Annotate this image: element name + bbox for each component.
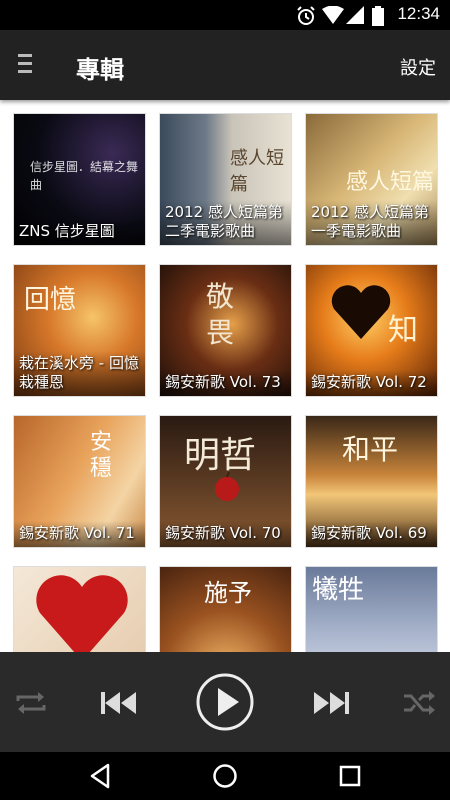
album-caption: 錫安新歌 Vol. 72 [306, 370, 437, 396]
album-tile[interactable]: 和平 錫安新歌 Vol. 69 [305, 415, 438, 548]
recents-icon[interactable] [338, 762, 362, 790]
cellular-icon [346, 6, 364, 24]
cover-art-text: 安穩 [90, 430, 113, 481]
album-caption: ZNS 信步星圖 [14, 219, 145, 245]
wifi-icon [322, 6, 344, 24]
album-tile[interactable]: 施予 [159, 566, 292, 652]
heart-icon [331, 285, 391, 339]
play-icon[interactable] [195, 672, 255, 732]
status-time: 12:34 [397, 4, 440, 23]
cover-art-text: 回憶 [24, 285, 77, 315]
album-caption: 2012 感人短篇第一季電影歌曲 [306, 200, 437, 245]
home-icon[interactable] [211, 762, 239, 790]
album-grid[interactable]: 信步星圖．結幕之舞曲 ZNS 信步星圖 感人短篇 2012 感人短篇第二季電影歌… [0, 100, 450, 652]
album-tile[interactable]: 信步星圖．結幕之舞曲 ZNS 信步星圖 [13, 113, 146, 246]
album-tile[interactable]: 安穩 錫安新歌 Vol. 71 [13, 415, 146, 548]
album-tile[interactable]: 敬畏 錫安新歌 Vol. 73 [159, 264, 292, 397]
cover-art-text: 信步星圖．結幕之舞曲 [30, 160, 139, 192]
album-tile[interactable]: 感人短篇 2012 感人短篇第一季電影歌曲 [305, 113, 438, 246]
album-caption: 錫安新歌 Vol. 70 [160, 521, 291, 547]
previous-icon[interactable] [100, 690, 138, 716]
system-nav-bar [0, 752, 450, 800]
status-bar: 12:34 [0, 0, 450, 30]
album-tile[interactable]: 回憶 栽在溪水旁 - 回憶栽種恩 [13, 264, 146, 397]
hamburger-icon[interactable] [18, 54, 44, 76]
back-icon[interactable] [88, 762, 112, 790]
settings-button[interactable]: 設定 [400, 54, 436, 80]
album-tile[interactable] [13, 566, 146, 652]
album-tile[interactable]: 犧牲 [305, 566, 438, 652]
album-caption: 2012 感人短篇第二季電影歌曲 [160, 200, 291, 245]
heart-icon [36, 575, 128, 652]
shuffle-icon[interactable] [402, 690, 436, 716]
album-tile[interactable]: 知 錫安新歌 Vol. 72 [305, 264, 438, 397]
cover-art-text: 感人短篇 [230, 148, 284, 195]
apple-icon [215, 472, 239, 501]
album-caption: 栽在溪水旁 - 回憶栽種恩 [14, 351, 145, 396]
album-caption: 錫安新歌 Vol. 71 [14, 521, 145, 547]
cover-art-text: 知 [388, 313, 418, 348]
cover-art-text: 和平 [342, 433, 399, 466]
cover-art-text: 施予 [204, 579, 252, 607]
album-caption: 錫安新歌 Vol. 69 [306, 521, 437, 547]
cover-art-text: 敬畏 [206, 280, 235, 349]
album-tile[interactable]: 明哲 錫安新歌 Vol. 70 [159, 415, 292, 548]
cover-art-text: 犧牲 [312, 575, 365, 605]
cover-art-text: 感人短篇 [346, 170, 435, 195]
page-title: 專輯 [76, 56, 124, 84]
repeat-icon[interactable] [14, 690, 48, 716]
alarm-icon [297, 6, 315, 25]
player-bar [0, 652, 450, 752]
next-icon[interactable] [312, 690, 350, 716]
battery-icon [372, 6, 384, 26]
cover-art-text: 明哲 [184, 435, 257, 476]
album-tile[interactable]: 感人短篇 2012 感人短篇第二季電影歌曲 [159, 113, 292, 246]
app-bar: 專輯 設定 [0, 30, 450, 100]
album-caption: 錫安新歌 Vol. 73 [160, 370, 291, 396]
